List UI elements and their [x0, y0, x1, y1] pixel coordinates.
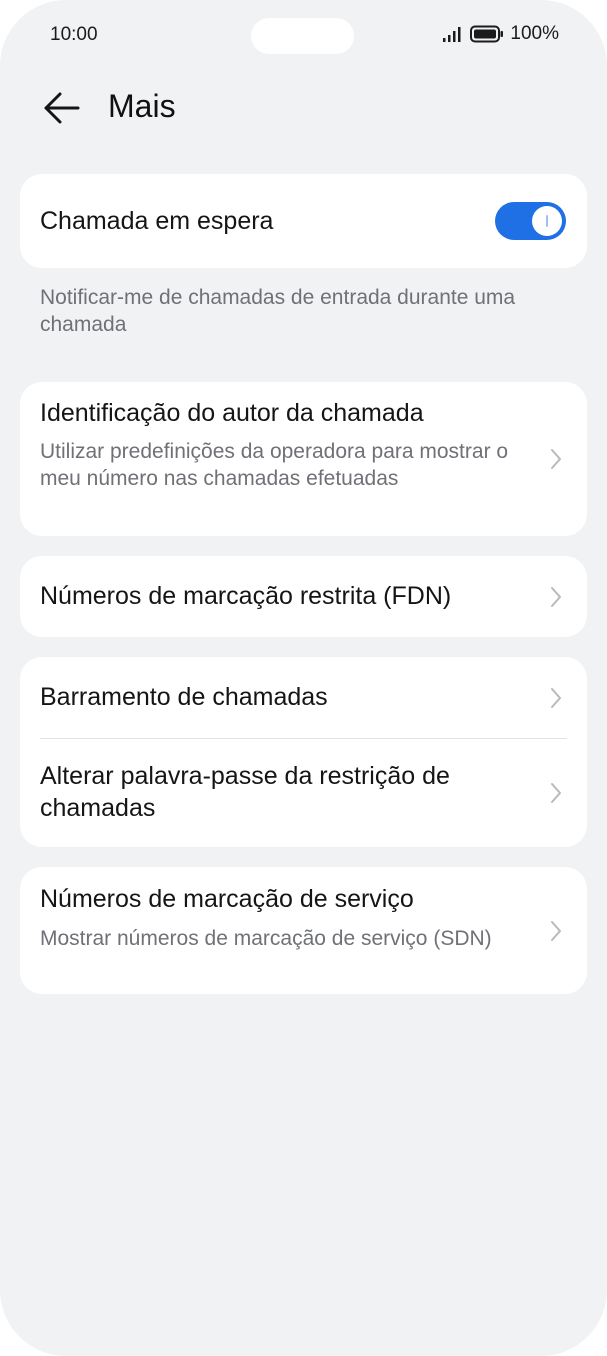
sdn-card: Números de marcação de serviço Mostrar n…: [20, 867, 587, 994]
chevron-right-icon: [551, 449, 561, 469]
change-barring-password-title: Alterar palavra-passe da restrição de ch…: [40, 762, 450, 822]
call-waiting-toggle[interactable]: [495, 202, 566, 240]
call-barring-title: Barramento de chamadas: [40, 683, 328, 711]
sdn-subtitle: Mostrar números de marcação de serviço (…: [40, 927, 492, 950]
screen: 10:00 100% Mais Chamada em espera Notifi…: [0, 0, 607, 1356]
change-barring-password-row[interactable]: Alterar palavra-passe da restrição de ch…: [20, 739, 587, 847]
camera-pill: [251, 18, 354, 54]
call-waiting-description: Notificar-me de chamadas de entrada dura…: [40, 286, 516, 336]
signal-icon: [443, 27, 461, 42]
status-bar: 10:00 100%: [0, 0, 607, 70]
sdn-title: Números de marcação de serviço: [40, 885, 414, 913]
caller-id-card: Identificação do autor da chamada Utiliz…: [20, 382, 587, 536]
call-barring-card: Barramento de chamadas Alterar palavra-p…: [20, 657, 587, 847]
chevron-right-icon: [551, 921, 561, 941]
page-title: Mais: [108, 88, 176, 124]
call-waiting-card: Chamada em espera: [20, 174, 587, 268]
chevron-right-icon: [551, 688, 561, 708]
status-icons: 100%: [442, 22, 559, 46]
caller-id-subtitle: Utilizar predefinições da operadora para…: [40, 440, 509, 490]
caller-id-row[interactable]: Identificação do autor da chamada Utiliz…: [20, 382, 587, 536]
back-button[interactable]: [40, 86, 84, 130]
fdn-title: Números de marcação restrita (FDN): [40, 582, 452, 610]
toggle-on-mark: [546, 215, 548, 227]
toggle-knob: [532, 206, 562, 236]
fdn-card: Números de marcação restrita (FDN): [20, 556, 587, 637]
status-time: 10:00: [50, 24, 98, 45]
chevron-right-icon: [551, 783, 561, 803]
call-waiting-label: Chamada em espera: [40, 207, 274, 235]
sdn-row[interactable]: Números de marcação de serviço Mostrar n…: [20, 867, 587, 994]
caller-id-title: Identificação do autor da chamada: [40, 399, 424, 427]
call-barring-row[interactable]: Barramento de chamadas: [20, 657, 587, 738]
fdn-row[interactable]: Números de marcação restrita (FDN): [20, 556, 587, 637]
arrow-left-icon: [44, 92, 80, 124]
app-header: Mais: [0, 80, 607, 136]
battery-percent: 100%: [510, 23, 559, 44]
battery-icon: [470, 25, 504, 43]
chevron-right-icon: [551, 587, 561, 607]
